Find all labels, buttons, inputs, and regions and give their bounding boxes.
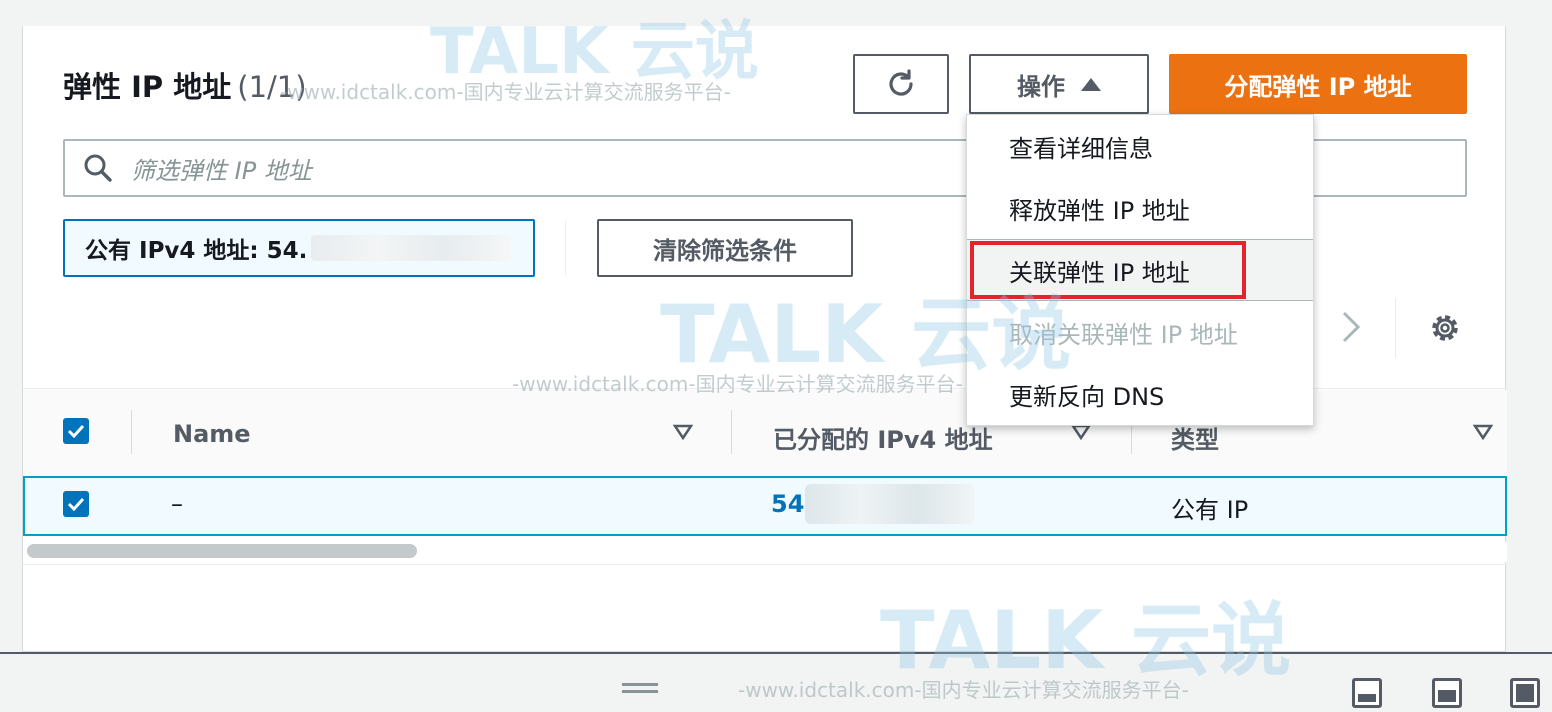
allocate-eip-button[interactable]: 分配弹性 IP 地址 [1169,54,1467,114]
sort-icon[interactable] [672,424,694,444]
menu-item-update-reverse-dns[interactable]: 更新反向 DNS [967,363,1313,425]
item-count: (1/1) [237,70,307,104]
refresh-button[interactable] [853,54,949,114]
table-row[interactable] [23,476,1507,536]
actions-dropdown-button[interactable]: 操作 [969,54,1149,114]
divider [1395,298,1396,358]
gear-icon[interactable] [1427,310,1463,350]
column-header-name[interactable]: Name [173,420,251,448]
search-icon [84,154,112,182]
filter-token[interactable]: 公有 IPv4 地址: 54. [63,219,535,277]
next-page-icon[interactable] [1341,310,1361,352]
filter-token-label: 公有 IPv4 地址: 54. [85,238,308,264]
page-title: 弹性 IP 地址 (1/1) [63,64,307,106]
cell-ipv4-link[interactable]: 54 [771,490,804,518]
actions-label: 操作 [1017,72,1065,101]
check-icon [67,497,85,511]
sort-icon[interactable] [1070,424,1092,444]
caret-up-icon [1081,78,1101,91]
highlight-annotation [970,241,1246,299]
table-bottom-border [23,564,1507,565]
redacted-ip [805,484,975,524]
bottom-bar [0,652,1552,712]
layout-full-icon[interactable] [1510,678,1540,708]
cell-type: 公有 IP [1171,496,1249,524]
column-divider [731,410,732,454]
sort-icon[interactable] [1472,424,1494,444]
resize-grip-icon[interactable] [622,683,658,693]
clear-filters-button[interactable]: 清除筛选条件 [597,219,853,277]
column-divider [131,410,132,454]
layout-split-icon[interactable] [1432,678,1462,708]
search-placeholder: 筛选弹性 IP 地址 [131,156,312,185]
refresh-icon [889,69,913,96]
check-icon [67,424,85,438]
menu-item-view-details[interactable]: 查看详细信息 [967,115,1313,177]
menu-item-disassociate-eip: 取消关联弹性 IP 地址 [1009,320,1238,349]
row-checkbox[interactable] [63,491,89,517]
divider [565,221,566,275]
select-all-checkbox[interactable] [63,418,89,444]
layout-bottom-icon[interactable] [1352,678,1382,708]
horizontal-scrollbar[interactable] [27,544,417,558]
page-title-text: 弹性 IP 地址 [63,70,232,104]
column-header-ipv4[interactable]: 已分配的 IPv4 地址 [773,420,993,455]
redacted-ip [311,235,512,261]
cell-name: – [171,490,183,518]
menu-item-release-eip[interactable]: 释放弹性 IP 地址 [967,177,1313,239]
